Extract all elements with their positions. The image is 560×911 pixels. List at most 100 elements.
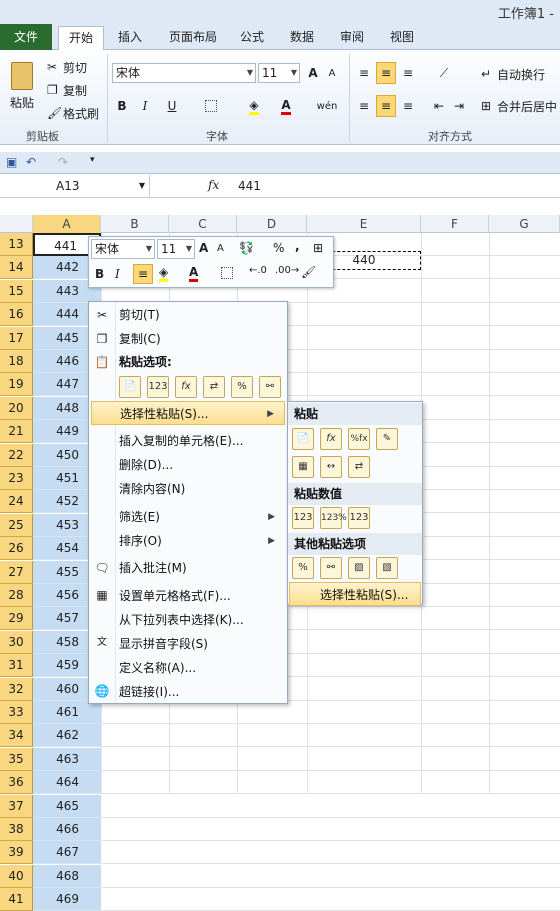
border-button[interactable] <box>198 95 224 117</box>
align-bottom-button[interactable]: ≡ <box>398 62 418 84</box>
menu-copy[interactable]: 复制(C) <box>119 327 285 351</box>
row-header[interactable]: 21 <box>0 420 33 443</box>
cell-a[interactable]: 463 <box>33 748 101 771</box>
percent-button[interactable]: % <box>273 241 284 255</box>
row-header[interactable]: 22 <box>0 444 33 467</box>
tab-review[interactable]: 审阅 <box>332 26 372 50</box>
align-middle-button[interactable]: ≡ <box>376 62 396 84</box>
format-painter-button[interactable]: 🖌 格式刷 <box>46 102 106 124</box>
paste-formulas-number-format-icon[interactable]: %fx <box>348 428 370 450</box>
column-header[interactable]: E <box>307 215 421 233</box>
paste-formatting-icon[interactable]: % <box>231 376 253 398</box>
column-header[interactable]: A <box>33 215 101 233</box>
shrink-font-icon[interactable]: A <box>217 243 224 254</box>
tab-file[interactable]: 文件 <box>0 24 52 50</box>
row-header[interactable]: 38 <box>0 818 33 841</box>
cell-a[interactable]: 469 <box>33 888 101 911</box>
row-header[interactable]: 24 <box>0 490 33 513</box>
mini-fill-color-icon[interactable]: ◈ <box>159 265 169 282</box>
no-borders-icon[interactable]: ▦ <box>292 456 314 478</box>
font-name-select[interactable]: 宋体 ▼ <box>112 63 256 83</box>
mini-border-icon[interactable] <box>221 267 233 279</box>
menu-define-name[interactable]: 定义名称(A)... <box>119 656 285 680</box>
mini-bold-button[interactable]: B <box>95 267 104 281</box>
paste-picture-icon[interactable]: ▨ <box>348 557 370 579</box>
row-header[interactable]: 33 <box>0 701 33 724</box>
row-header[interactable]: 40 <box>0 865 33 888</box>
menu-pick-list[interactable]: 从下拉列表中选择(K)... <box>119 608 285 632</box>
comma-button[interactable]: , <box>295 239 300 253</box>
paste-icon[interactable]: 📄 <box>292 428 314 450</box>
keep-column-widths-icon[interactable]: ↔ <box>320 456 342 478</box>
format-painter-icon[interactable]: 🖌 <box>301 265 316 279</box>
align-right-button[interactable]: ≡ <box>398 95 418 117</box>
shrink-font-button[interactable]: A <box>324 62 340 84</box>
align-top-button[interactable]: ≡ <box>354 62 374 84</box>
row-header[interactable]: 23 <box>0 467 33 490</box>
row-header[interactable]: 15 <box>0 280 33 303</box>
cell-a[interactable]: 461 <box>33 701 101 724</box>
accounting-format-icon[interactable]: 💱 <box>239 241 254 255</box>
paste-formulas-icon[interactable]: fx <box>320 428 342 450</box>
tab-home[interactable]: 开始 <box>58 26 104 51</box>
paste-transpose-icon[interactable]: ⇄ <box>348 456 370 478</box>
row-header[interactable]: 37 <box>0 795 33 818</box>
row-header[interactable]: 35 <box>0 748 33 771</box>
mini-italic-button[interactable]: I <box>115 267 120 281</box>
menu-phonetic[interactable]: 显示拼音字段(S) <box>119 632 285 656</box>
tab-page-layout[interactable]: 页面布局 <box>160 26 226 50</box>
row-header[interactable]: 19 <box>0 373 33 396</box>
column-header[interactable]: G <box>489 215 560 233</box>
cell-a[interactable]: 468 <box>33 865 101 888</box>
row-header[interactable]: 17 <box>0 327 33 350</box>
cell-a[interactable]: 466 <box>33 818 101 841</box>
row-header[interactable]: 39 <box>0 841 33 864</box>
row-header[interactable]: 26 <box>0 537 33 560</box>
menu-insert-comment[interactable]: 插入批注(M) <box>119 556 285 580</box>
cell-a[interactable]: 465 <box>33 795 101 818</box>
cut-button[interactable]: ✂ 剪切 <box>46 56 92 78</box>
mini-font-color-icon[interactable]: A <box>189 265 199 282</box>
insert-function-icon[interactable]: fx <box>208 178 219 192</box>
mini-center-button[interactable]: ≡ <box>133 264 153 284</box>
paste-formulas-icon[interactable]: fx <box>175 376 197 398</box>
row-header[interactable]: 31 <box>0 654 33 677</box>
menu-clear-contents[interactable]: 清除内容(N) <box>119 477 285 501</box>
grow-font-icon[interactable]: A <box>199 241 208 255</box>
font-color-button[interactable]: A <box>272 95 300 117</box>
menu-sort[interactable]: 排序(O) ▶ <box>119 529 285 553</box>
menu-paste-special[interactable]: 选择性粘贴(S)... ▶ <box>91 401 285 425</box>
align-left-button[interactable]: ≡ <box>354 95 374 117</box>
row-header[interactable]: 25 <box>0 514 33 537</box>
row-header[interactable]: 34 <box>0 724 33 747</box>
row-header[interactable]: 29 <box>0 607 33 630</box>
paste-link-icon[interactable]: ⚯ <box>259 376 281 398</box>
row-header[interactable]: 32 <box>0 678 33 701</box>
customize-qat-icon[interactable]: ▾ <box>90 155 95 165</box>
align-center-button[interactable]: ≡ <box>376 95 396 117</box>
copy-button[interactable]: ❐ 复制 <box>46 79 102 101</box>
column-header[interactable]: C <box>169 215 237 233</box>
values-source-format-icon[interactable]: 123 <box>348 507 370 529</box>
cell-a[interactable]: 462 <box>33 724 101 747</box>
italic-button[interactable]: I <box>136 95 154 117</box>
row-header[interactable]: 30 <box>0 631 33 654</box>
phonetic-button[interactable]: wén <box>312 95 342 117</box>
paste-formatting-icon[interactable]: % <box>292 557 314 579</box>
menu-hyperlink[interactable]: 超链接(I)... <box>119 680 285 704</box>
decrease-indent-button[interactable]: ⇤ <box>430 95 448 117</box>
menu-delete[interactable]: 删除(D)... <box>119 453 285 477</box>
select-all-corner[interactable] <box>0 215 33 233</box>
increase-indent-button[interactable]: ⇥ <box>450 95 468 117</box>
keep-source-format-icon[interactable]: ✎ <box>376 428 398 450</box>
menu-cut[interactable]: 剪切(T) <box>119 303 285 327</box>
paste-icon[interactable]: 📄 <box>119 376 141 398</box>
row-header[interactable]: 14 <box>0 256 33 279</box>
underline-button[interactable]: U <box>158 95 186 117</box>
row-header[interactable]: 13 <box>0 233 33 256</box>
formula-input[interactable]: 441 <box>238 179 261 193</box>
values-number-format-icon[interactable]: 123% <box>320 507 347 529</box>
paste-values-icon[interactable]: 123 <box>147 376 169 398</box>
linked-picture-icon[interactable]: ▧ <box>376 557 398 579</box>
tab-data[interactable]: 数据 <box>282 26 322 50</box>
